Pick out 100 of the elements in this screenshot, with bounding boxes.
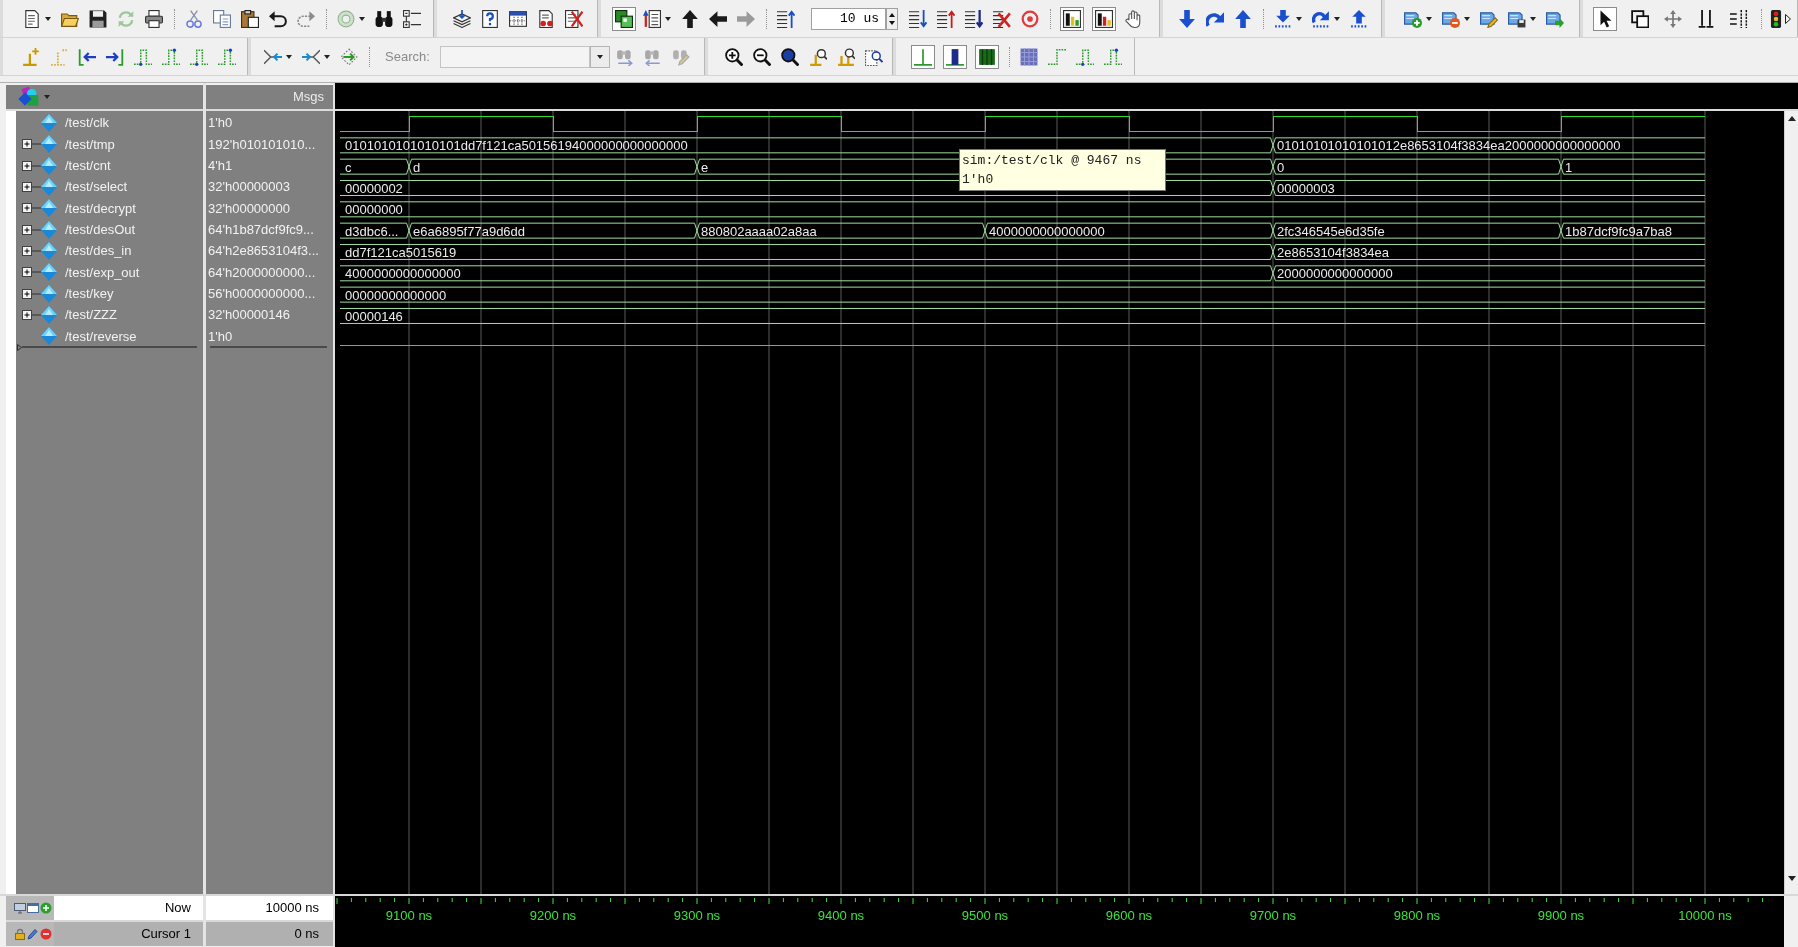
caret-icon[interactable] [1426, 16, 1432, 21]
lines-arrow-icon[interactable] [937, 9, 955, 28]
caret-icon[interactable] [665, 16, 671, 21]
magnifier-icon[interactable] [781, 47, 799, 66]
split-arrows-icon[interactable] [302, 47, 320, 66]
arrow-up-dots-icon[interactable] [1350, 9, 1368, 28]
printer-icon[interactable] [145, 9, 163, 28]
arrow-up-icon[interactable] [681, 9, 699, 28]
window-icon[interactable] [27, 902, 39, 914]
marker-magnifier-icon[interactable] [809, 47, 827, 66]
lines-columns-icon[interactable] [1729, 9, 1748, 28]
page-dots-icon[interactable] [537, 9, 555, 28]
plus-box-icon[interactable] [22, 267, 41, 278]
step-line-icon[interactable] [190, 47, 208, 66]
step-line-icon[interactable] [1104, 47, 1122, 66]
tile-pencil-icon[interactable] [1480, 9, 1498, 28]
bracket-arrow-icon[interactable] [106, 47, 124, 66]
lines-arrow-icon[interactable] [777, 9, 795, 28]
arrow-up-icon[interactable] [1787, 116, 1796, 121]
question-page-icon[interactable] [481, 9, 499, 28]
page-magnifier-icon[interactable] [865, 47, 883, 66]
lines-arrow-icon[interactable] [909, 9, 927, 28]
signal-name[interactable]: /test/reverse [65, 326, 137, 347]
caret-icon[interactable] [597, 54, 603, 59]
signal-name[interactable]: /test/key [65, 284, 114, 304]
binoculars-icon[interactable] [375, 9, 393, 28]
marker-plus-icon[interactable] [22, 47, 40, 66]
arrow-down-icon[interactable] [1178, 9, 1196, 28]
zoom-in-icon[interactable] [725, 47, 743, 66]
caret-icon[interactable] [45, 16, 51, 21]
dropdown-button[interactable] [590, 45, 610, 68]
nested-squares-icon[interactable] [1630, 9, 1649, 28]
two-markers-icon[interactable] [1696, 9, 1715, 28]
step-line-icon[interactable] [134, 47, 152, 66]
caret-icon[interactable] [1530, 16, 1536, 21]
curved-arrow-dots-icon[interactable] [1312, 9, 1330, 28]
tile-plus-icon[interactable] [1404, 9, 1422, 28]
time-step-field[interactable]: 10 us [811, 7, 886, 30]
arrow-left-icon[interactable] [709, 9, 727, 28]
zoom-out-icon[interactable] [753, 47, 771, 66]
step-line-icon[interactable] [218, 47, 236, 66]
hatched-square-icon[interactable] [1020, 47, 1038, 66]
minus-circle-icon[interactable] [40, 928, 52, 940]
hand-icon[interactable] [1125, 9, 1143, 28]
list-icon[interactable] [403, 9, 421, 28]
marker-magnifier-icon[interactable] [837, 47, 855, 66]
triangle-icon[interactable] [1785, 13, 1791, 24]
caret-icon[interactable] [286, 54, 292, 59]
plus-box-icon[interactable] [22, 139, 41, 150]
dotted-marker-icon[interactable] [50, 47, 68, 66]
signal-name[interactable]: /test/select [65, 177, 128, 197]
two-pages-icon[interactable] [213, 9, 231, 28]
search-field[interactable] [440, 45, 590, 68]
lines-arrow-icon[interactable] [965, 9, 983, 28]
caret-icon[interactable] [1296, 16, 1302, 21]
cursor-label[interactable]: Cursor 1 [54, 922, 203, 946]
spin-arrows-icon[interactable] [886, 7, 898, 30]
bracket-arrow-icon[interactable] [78, 47, 96, 66]
step-line-icon[interactable] [162, 47, 180, 66]
curved-arrow-icon[interactable] [269, 9, 287, 28]
caret-icon[interactable] [1464, 16, 1470, 21]
target-icon[interactable] [1021, 9, 1039, 28]
plus-box-icon[interactable] [22, 224, 41, 235]
table-page-icon[interactable] [509, 9, 527, 28]
lines-cross-icon[interactable] [993, 9, 1011, 28]
tile-minus-icon[interactable] [1442, 9, 1460, 28]
signal-name[interactable]: /test/clk [65, 113, 110, 133]
signal-name[interactable]: /test/decrypt [65, 198, 136, 219]
caret-icon[interactable] [1334, 16, 1340, 21]
signal-name[interactable]: /test/cnt [65, 156, 111, 176]
caret-icon[interactable] [324, 54, 330, 59]
signal-name[interactable]: /test/des_in [65, 241, 132, 261]
list-arrow-icon[interactable] [643, 9, 661, 28]
plus-box-icon[interactable] [22, 246, 41, 257]
dots-arrow-icon[interactable] [340, 47, 358, 66]
signal-name[interactable]: /test/exp_out [65, 262, 140, 283]
pencil-icon[interactable] [27, 928, 39, 940]
arrow-down-icon[interactable] [1787, 876, 1796, 881]
plus-box-icon[interactable] [22, 160, 41, 171]
plus-box-icon[interactable] [22, 310, 41, 321]
layers-icon[interactable] [453, 9, 471, 28]
clipboard-icon[interactable] [241, 9, 259, 28]
page-icon[interactable] [23, 9, 41, 28]
plus-circle-icon[interactable] [40, 902, 52, 914]
plus-box-icon[interactable] [22, 288, 41, 299]
arrow-up-icon[interactable] [1234, 9, 1252, 28]
step-line-icon[interactable] [1076, 47, 1094, 66]
monitor-icon[interactable] [14, 902, 26, 914]
plus-box-icon[interactable] [22, 182, 41, 193]
plus-box-icon[interactable] [22, 203, 41, 214]
lock-icon[interactable] [14, 928, 26, 940]
scissors-icon[interactable] [185, 9, 203, 28]
signal-name[interactable]: /test/desOut [65, 220, 136, 240]
four-arrows-icon[interactable] [1663, 9, 1682, 28]
signal-name[interactable]: /test/ZZZ [65, 305, 117, 325]
shapes-icon[interactable] [18, 87, 40, 107]
merge-arrows-icon[interactable] [264, 47, 282, 66]
page-cross-icon[interactable] [565, 9, 583, 28]
scrollbar[interactable] [1784, 111, 1798, 894]
signal-name[interactable]: /test/tmp [65, 134, 115, 155]
